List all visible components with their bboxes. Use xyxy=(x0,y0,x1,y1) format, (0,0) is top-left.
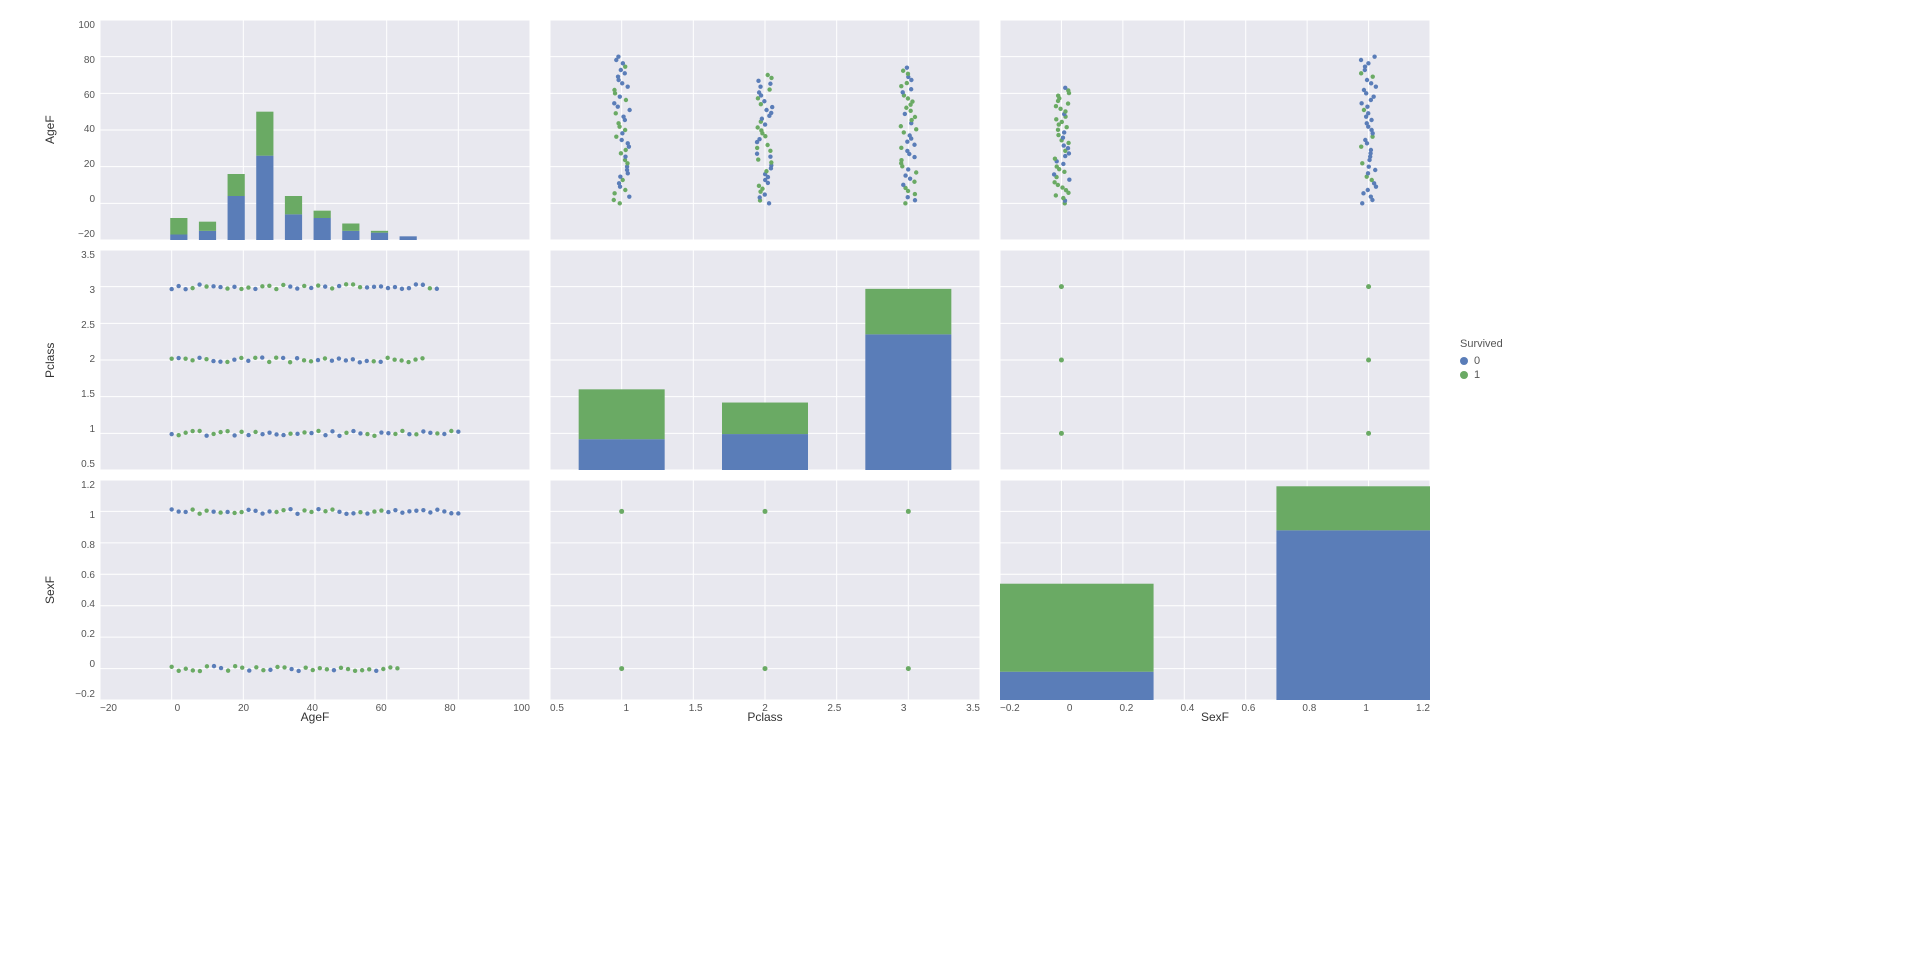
plot-sexf-agef xyxy=(1000,20,1430,240)
cell-0-0: 100806040200−20 xyxy=(100,20,530,240)
plot-agef-pclass xyxy=(100,250,530,470)
yticks-0: 100806040200−20 xyxy=(65,20,95,240)
plot-sexf-sexf xyxy=(1000,480,1430,700)
cell-2-0: 1.210.80.60.40.20−0.2 −20020406080100 xyxy=(100,480,530,700)
plot-agef-sexf xyxy=(100,480,530,700)
legend-title: Survived xyxy=(1460,338,1570,350)
legend: Survived 0 1 xyxy=(1450,250,1570,470)
plot-pclass-sexf xyxy=(550,480,980,700)
pairplot-grid: AgeF 100806040200−20 Pclass 3.532.521.51… xyxy=(20,20,1900,740)
cell-1-2 xyxy=(1000,250,1430,470)
legend-label-1: 1 xyxy=(1474,369,1480,381)
cell-2-1: 0.511.522.533.5 xyxy=(550,480,980,700)
legend-swatch-0 xyxy=(1460,357,1468,365)
cell-0-1 xyxy=(550,20,980,240)
cell-2-2: −0.200.20.40.60.811.2 xyxy=(1000,480,1430,700)
cell-1-0: 3.532.521.510.5 xyxy=(100,250,530,470)
cell-0-2 xyxy=(1000,20,1430,240)
plot-pclass-pclass xyxy=(550,250,980,470)
legend-item-1: 1 xyxy=(1460,369,1570,381)
xticks-2: −0.200.20.40.60.811.2 xyxy=(1000,703,1430,718)
xticks-0: −20020406080100 xyxy=(100,703,530,718)
legend-item-0: 0 xyxy=(1460,355,1570,367)
plot-pclass-agef xyxy=(550,20,980,240)
legend-swatch-1 xyxy=(1460,371,1468,379)
legend-label-0: 0 xyxy=(1474,355,1480,367)
plot-agef-agef xyxy=(100,20,530,240)
cell-1-1 xyxy=(550,250,980,470)
yticks-1: 3.532.521.510.5 xyxy=(65,250,95,470)
yticks-2: 1.210.80.60.40.20−0.2 xyxy=(65,480,95,700)
xticks-1: 0.511.522.533.5 xyxy=(550,703,980,718)
plot-sexf-pclass xyxy=(1000,250,1430,470)
